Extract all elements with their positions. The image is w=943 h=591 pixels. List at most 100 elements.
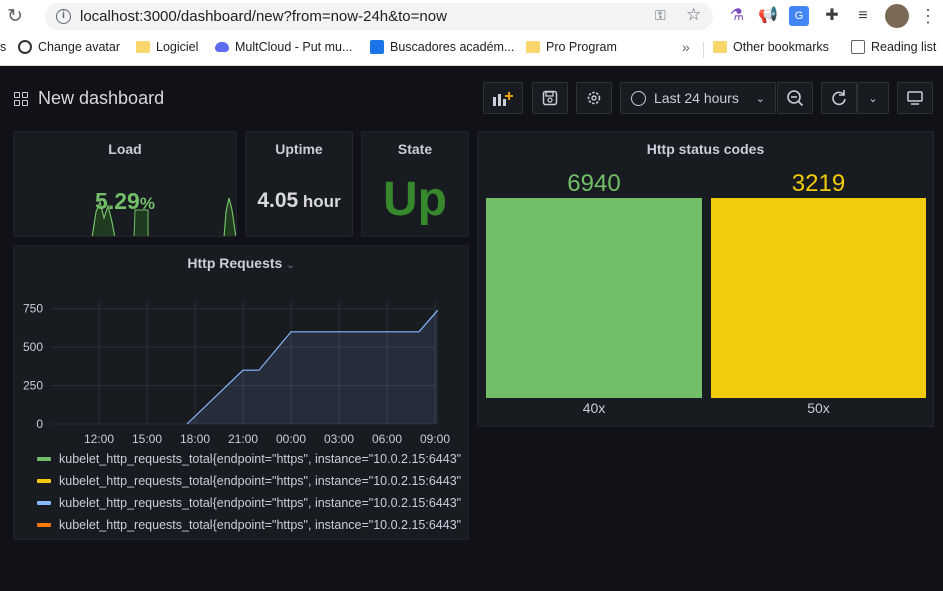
bookmarks-divider xyxy=(703,42,704,58)
translate-extension-icon[interactable]: G xyxy=(789,6,809,26)
bookmark-star-icon[interactable]: ☆ xyxy=(686,5,701,25)
bookmark-label: MultCloud - Put mu... xyxy=(235,40,353,54)
bookmark-label: Pro Program xyxy=(546,40,617,54)
panel-title[interactable]: Http status codes xyxy=(478,141,933,157)
add-panel-button[interactable] xyxy=(483,82,523,114)
zoom-out-button[interactable] xyxy=(777,82,813,114)
legend-swatch xyxy=(37,457,51,461)
url-text[interactable]: localhost:3000/dashboard/new?from=now-24… xyxy=(80,8,447,25)
panel-title[interactable]: State xyxy=(362,141,468,157)
bookmark-buscadores[interactable]: Buscadores académ... xyxy=(370,40,514,54)
http-requests-chart[interactable]: 0 250 500 750 12:00 15:00 18:00 21:00 00:00 03:00… xyxy=(14,246,469,456)
reading-list-icon xyxy=(851,40,865,54)
http-status-codes-panel: Http status codes 6940 40x 3219 50x xyxy=(477,131,934,427)
bar-value-40x: 6940 xyxy=(567,170,621,197)
dashboard-header: New dashboard xyxy=(14,88,164,109)
legend-item[interactable]: kubelet_http_requests_total{endpoint="ht… xyxy=(37,474,462,488)
legend-text: kubelet_http_requests_total{endpoint="ht… xyxy=(59,474,462,488)
flask-extension-icon[interactable]: ⚗ xyxy=(727,6,747,26)
gear-icon xyxy=(587,91,601,105)
save-icon xyxy=(542,90,558,106)
bookmark-pro-program[interactable]: Pro Program xyxy=(526,40,617,54)
chevron-down-icon: ⌄ xyxy=(868,92,878,105)
reading-list[interactable]: Reading list xyxy=(851,40,936,54)
bookmark-label: Logiciel xyxy=(156,40,199,54)
legend-swatch xyxy=(37,501,51,505)
legend-swatch xyxy=(37,479,51,483)
bar-40x xyxy=(486,198,702,398)
add-panel-icon xyxy=(493,92,513,106)
megaphone-extension-icon[interactable]: 📢 xyxy=(758,6,778,26)
legend-swatch xyxy=(37,523,51,527)
load-number: 5.29 xyxy=(95,188,140,214)
refresh-interval-dropdown[interactable]: ⌄ xyxy=(857,82,889,114)
folder-icon xyxy=(136,41,150,53)
other-bookmarks-label: Other bookmarks xyxy=(733,40,829,54)
reload-icon[interactable]: ↻ xyxy=(7,5,23,28)
bookmark-cutoff-text: s xyxy=(0,40,7,54)
x-tick-label: 18:00 xyxy=(180,432,210,446)
bookmarks-overflow-icon[interactable]: » xyxy=(682,39,690,55)
load-unit: % xyxy=(139,194,155,213)
browser-menu-icon[interactable]: ⋮ xyxy=(918,6,938,26)
x-tick-label: 21:00 xyxy=(228,432,258,446)
folder-icon xyxy=(713,41,727,53)
bar-label-40x: 40x xyxy=(582,400,606,416)
y-tick-label: 250 xyxy=(23,379,43,393)
uptime-number: 4.05 xyxy=(257,189,299,212)
y-tick-label: 500 xyxy=(23,340,43,354)
profile-avatar[interactable] xyxy=(885,4,909,28)
state-panel: State Up xyxy=(361,131,469,237)
time-range-picker[interactable]: Last 24 hours ⌄ xyxy=(620,82,776,114)
http-requests-panel: Http Requests ⌄ 0 250 500 750 12:00 15:00 18:0… xyxy=(13,245,469,540)
legend-text: kubelet_http_requests_total{endpoint="ht… xyxy=(59,496,462,510)
bar-50x xyxy=(711,198,926,398)
refresh-icon xyxy=(832,90,846,106)
bar-label-50x: 50x xyxy=(807,400,830,416)
address-bar[interactable]: i localhost:3000/dashboard/new?from=now-… xyxy=(45,3,713,30)
github-icon xyxy=(18,40,32,54)
x-tick-label: 09:00 xyxy=(420,432,450,446)
y-tick-label: 0 xyxy=(36,417,43,431)
uptime-unit: hour xyxy=(298,192,341,211)
page-title[interactable]: New dashboard xyxy=(38,88,164,109)
x-tick-label: 03:00 xyxy=(324,432,354,446)
chevron-down-icon: ⌄ xyxy=(755,92,765,105)
time-range-label: Last 24 hours xyxy=(654,90,739,106)
bookmark-multcloud[interactable]: MultCloud - Put mu... xyxy=(215,40,352,54)
refresh-button[interactable] xyxy=(821,82,857,114)
folder-icon xyxy=(526,41,540,53)
legend-text: kubelet_http_requests_total{endpoint="ht… xyxy=(59,452,462,466)
save-dashboard-button[interactable] xyxy=(532,82,568,114)
uptime-value: 4.05 hour xyxy=(246,189,352,213)
site-info-icon[interactable]: i xyxy=(56,9,71,24)
x-tick-label: 12:00 xyxy=(84,432,114,446)
reading-list-label: Reading list xyxy=(871,40,937,54)
bookmark-label: Change avatar xyxy=(38,40,121,54)
dashboard-settings-button[interactable] xyxy=(576,82,612,114)
y-tick-label: 750 xyxy=(23,302,43,316)
bar-value-50x: 3219 xyxy=(791,170,846,197)
x-tick-label: 06:00 xyxy=(372,432,402,446)
legend-text: kubelet_http_requests_total{endpoint="ht… xyxy=(59,518,462,532)
cloud-icon xyxy=(215,42,229,52)
tv-mode-button[interactable] xyxy=(897,82,933,114)
series-area xyxy=(187,310,438,424)
reading-queue-icon[interactable]: ≡ xyxy=(853,6,873,26)
bookmarks-bar: s Change avatar Logiciel MultCloud - Put… xyxy=(0,33,943,66)
dashboard-grid-icon xyxy=(14,91,28,106)
bookmark-change-avatar[interactable]: Change avatar xyxy=(18,40,120,54)
legend-item[interactable]: kubelet_http_requests_total{endpoint="ht… xyxy=(37,496,462,510)
key-icon[interactable]: ⚿ xyxy=(655,7,666,24)
other-bookmarks[interactable]: Other bookmarks xyxy=(713,40,829,54)
load-sparkline xyxy=(91,197,236,236)
search-site-icon xyxy=(370,40,384,54)
x-tick-label: 00:00 xyxy=(276,432,306,446)
bookmark-logiciel[interactable]: Logiciel xyxy=(136,40,198,54)
monitor-icon xyxy=(907,91,923,105)
extensions-puzzle-icon[interactable]: ✚ xyxy=(822,6,842,26)
legend-item[interactable]: kubelet_http_requests_total{endpoint="ht… xyxy=(37,452,462,466)
panel-title[interactable]: Uptime xyxy=(246,141,352,157)
state-value: Up xyxy=(383,173,447,226)
legend-item[interactable]: kubelet_http_requests_total{endpoint="ht… xyxy=(37,518,462,532)
